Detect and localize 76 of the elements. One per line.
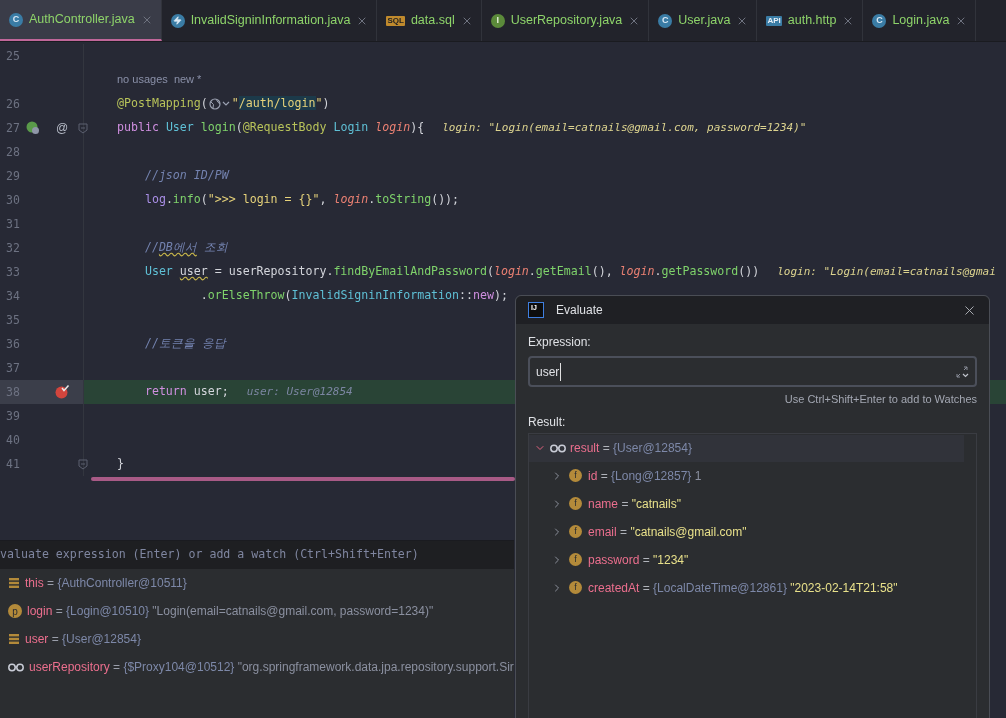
class-icon: C (872, 13, 887, 28)
class-icon: C (9, 12, 23, 27)
glasses-icon (8, 662, 24, 672)
tree-node-text: createdAt = {LocalDateTime@12861} "2023-02-14T21:58" (588, 579, 898, 597)
fold-icon[interactable] (78, 459, 88, 470)
line-number: 29 (6, 168, 20, 185)
stack-icon (8, 577, 20, 589)
editor-tab[interactable]: InvalidSigninInformation.java (161, 0, 378, 41)
tree-node-text: name = "catnails" (588, 495, 681, 513)
line-number: 25 (6, 48, 20, 65)
line-number: 30 (6, 192, 20, 209)
variable-entry[interactable]: login = {Login@10510} "Login(email=catnails@gmail.com, password=1234)" (27, 602, 434, 620)
editor-tab[interactable]: SQL data.sql (377, 0, 482, 41)
editor-tab[interactable]: API auth.http (757, 0, 864, 41)
code-line: @PostMapping( "/auth/login") (117, 95, 330, 113)
variable-entry[interactable]: userRepository = {$Proxy104@10512} "org.springframework.data.jpa.repository.support.Sir (29, 658, 514, 676)
stack-icon (8, 633, 20, 645)
dialog-title: Evaluate (556, 302, 604, 319)
field-icon: f (569, 525, 582, 538)
line-number: 28 (6, 144, 20, 161)
at-sign-icon[interactable]: @ (56, 119, 69, 137)
line-number: 38 (6, 384, 20, 401)
editor-tab[interactable]: C User.java (649, 0, 758, 41)
line-number: 37 (6, 360, 20, 377)
code-line: log.info(">>> login = {}", login.toString()); (143, 191, 460, 209)
line-number: 32 (6, 240, 20, 257)
tree-node-text: password = "1234" (588, 551, 689, 569)
variable-entry[interactable]: user = {User@12854} (25, 630, 141, 648)
tree-node-text: result = {User@12854} (570, 440, 692, 457)
horizontal-scrollbar[interactable] (91, 477, 515, 481)
watches-hint: Use Ctrl+Shift+Enter to add to Watches (784, 392, 977, 407)
field-icon: f (569, 553, 582, 566)
expression-label: Expression: (528, 334, 592, 351)
line-number: 40 (6, 432, 20, 449)
bean-icon[interactable] (26, 121, 40, 135)
line-number: 27 (6, 120, 20, 137)
line-number: 36 (6, 336, 20, 353)
breakpoint-icon[interactable] (55, 384, 70, 399)
field-icon: f (569, 497, 582, 510)
field-icon: f (569, 469, 582, 482)
line-number: 26 (6, 96, 20, 113)
fold-icon[interactable] (78, 123, 88, 134)
expand-icon[interactable] (955, 364, 969, 379)
usage-hint: no usages new * (117, 72, 202, 88)
code-line: } (117, 455, 124, 473)
lightning-icon (170, 13, 185, 28)
code-line: .orElseThrow(InvalidSigninInformation::new); (199, 287, 508, 305)
tree-node-text: id = {Long@12857} 1 (588, 467, 702, 485)
editor-tab[interactable]: C AuthController.java (0, 0, 162, 41)
code-line: //토큰을 응답 (143, 335, 226, 353)
editor-tab[interactable]: C Login.java (863, 0, 977, 41)
line-number: 33 (6, 264, 20, 281)
field-icon: f (569, 581, 582, 594)
result-label: Result: (528, 413, 567, 431)
code-line: //json ID/PW (143, 167, 229, 185)
globe-icon[interactable] (208, 97, 231, 110)
class-icon: C (658, 13, 673, 28)
variable-entry[interactable]: this = {AuthController@10511} (25, 574, 187, 592)
glasses-icon (550, 443, 566, 453)
code-line: return user; user: User@12854 (143, 383, 353, 401)
tree-node-text: email = "catnails@gmail.com" (588, 523, 747, 541)
code-line: //DB에서 조회 (143, 239, 228, 257)
tree-row[interactable]: result = {User@12854} (529, 434, 964, 462)
code-line: User user = userRepository.findByEmailAndPassword(login.getEmail(), login.getPassword()) login: "Login(email=catnails@gmai (143, 263, 996, 281)
api-file-icon: API (766, 15, 782, 26)
editor-tab[interactable]: I UserRepository.java (481, 0, 650, 41)
expression-field[interactable]: user (528, 356, 977, 387)
line-number: 35 (6, 312, 20, 329)
code-line: public User login(@RequestBody Login login){ login: "Login(email=catnails@gmail.com, password=1234)" (117, 119, 807, 137)
parameter-icon: p (8, 604, 22, 618)
interface-icon: I (490, 13, 505, 28)
line-number: 41 (6, 456, 20, 473)
line-number: 34 (6, 288, 20, 305)
line-number: 39 (6, 408, 20, 425)
line-number: 31 (6, 216, 20, 233)
sql-file-icon: SQL (386, 15, 405, 26)
